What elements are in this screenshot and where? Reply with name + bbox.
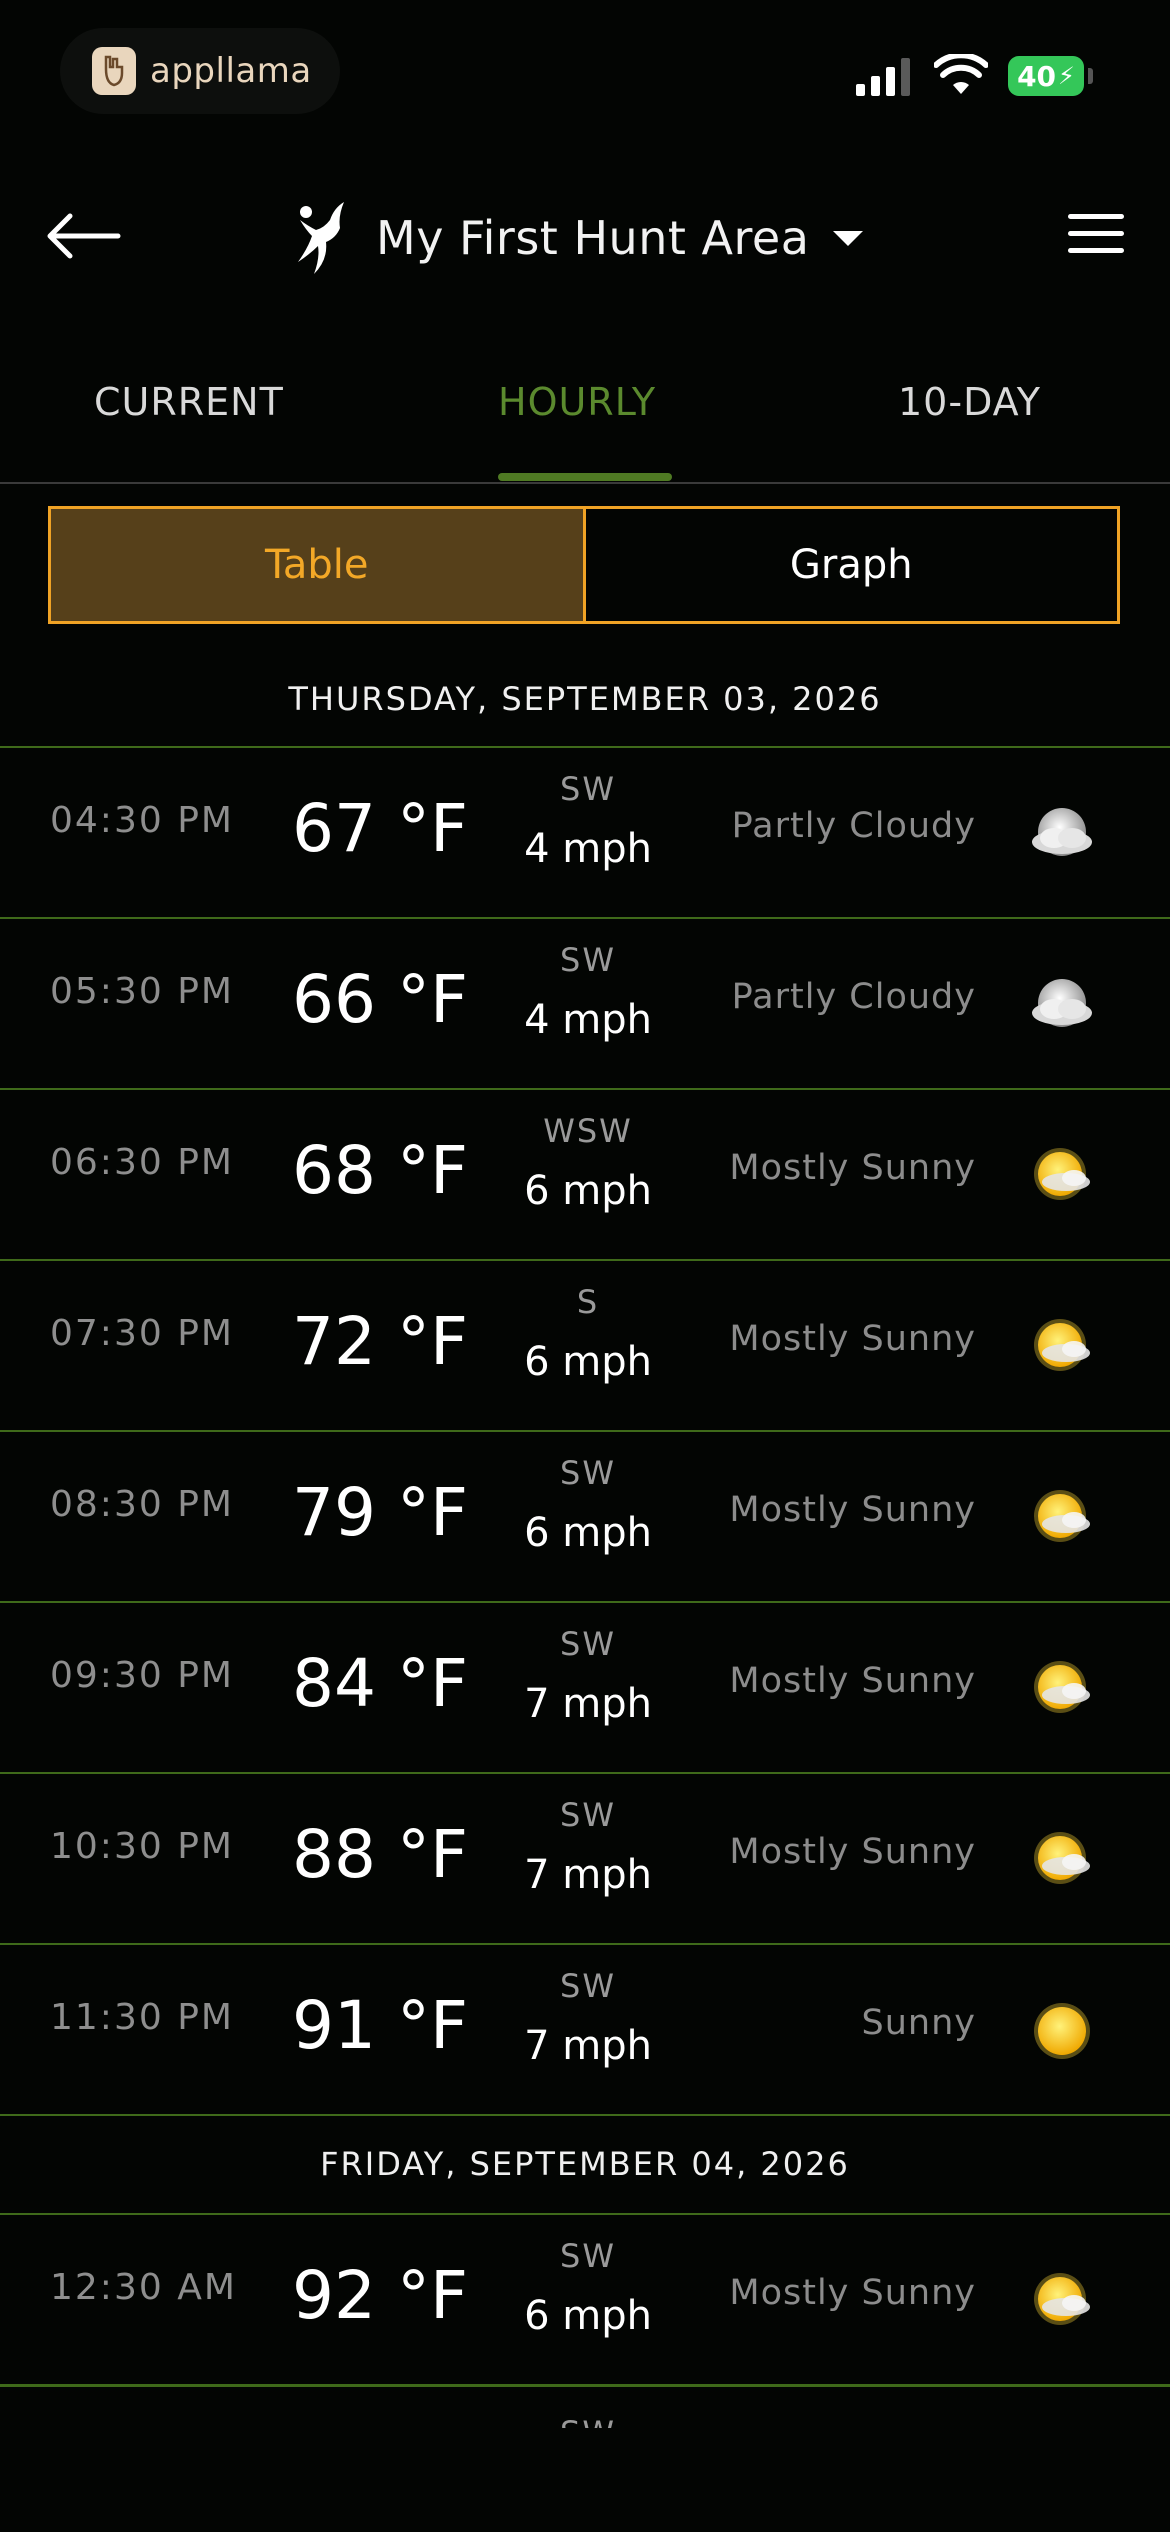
row-temperature: 88 °F <box>292 1816 468 1893</box>
hunt-area-selector[interactable]: My First Hunt Area <box>290 198 864 278</box>
wifi-icon <box>934 54 988 94</box>
row-condition: Mostly Sunny <box>729 1490 976 1530</box>
page-title: My First Hunt Area <box>376 211 810 265</box>
mostly-sunny-icon <box>1028 1655 1096 1723</box>
partly-cloudy-icon <box>1028 800 1096 868</box>
row-time: 10:30 PM <box>50 1826 234 1867</box>
row-wind-direction: SW <box>560 1625 616 1663</box>
row-wind-speed: 7 mph <box>524 1681 652 1727</box>
row-wind-speed: 4 mph <box>524 826 652 872</box>
menu-line <box>1068 248 1124 253</box>
row-wind-direction: SW <box>560 1796 616 1834</box>
menu-line <box>1068 231 1124 236</box>
tab-hourly[interactable]: HOURLY <box>498 380 656 424</box>
row-temperature: 84 °F <box>292 1645 468 1722</box>
row-time: 12:30 AM <box>50 2267 237 2308</box>
row-time: 09:30 PM <box>50 1655 234 1696</box>
app-pill[interactable]: appllama <box>60 28 340 114</box>
row-wind-speed: 4 mph <box>524 997 652 1043</box>
row-time: 05:30 PM <box>50 971 234 1012</box>
row-wind-direction: SW <box>560 941 616 979</box>
hourly-row[interactable]: 11:30 PM 91 °F SW 7 mph Sunny <box>0 1943 1170 2115</box>
row-wind-direction: SW <box>560 1967 616 2005</box>
row-wind-direction: SW <box>560 770 616 808</box>
partly-cloudy-icon <box>1028 971 1096 1039</box>
back-button[interactable] <box>44 210 124 262</box>
row-temperature: 91 °F <box>292 1987 468 2064</box>
row-condition: Mostly Sunny <box>729 1319 976 1359</box>
row-wind-speed: 6 mph <box>524 2293 652 2339</box>
llama-logo-icon <box>92 47 136 95</box>
day-header: FRIDAY, SEPTEMBER 04, 2026 <box>320 2145 850 2183</box>
wind-direction: SW <box>488 2408 688 2428</box>
row-time: 04:30 PM <box>50 800 234 841</box>
row-temperature: 66 °F <box>292 961 468 1038</box>
hourly-row[interactable]: 07:30 PM 72 °F S 6 mph Mostly Sunny <box>0 1259 1170 1431</box>
hamburger-menu-button[interactable] <box>1068 214 1124 258</box>
row-condition: Mostly Sunny <box>729 2273 976 2313</box>
tab-10-day[interactable]: 10-DAY <box>898 380 1041 424</box>
row-time: 11:30 PM <box>50 1997 234 2038</box>
battery-indicator: 40 ⚡ <box>1008 56 1084 96</box>
mostly-sunny-icon <box>1028 1142 1096 1210</box>
row-wind-speed: 6 mph <box>524 1339 652 1385</box>
row-temperature: 79 °F <box>292 1474 468 1551</box>
partial-row: SW <box>488 2408 688 2428</box>
row-wind-direction: S <box>576 1283 600 1321</box>
status-bar: appllama 40 ⚡ <box>0 0 1170 150</box>
row-condition: Sunny <box>861 2003 976 2043</box>
mostly-sunny-icon <box>1028 2267 1096 2335</box>
row-wind-direction: WSW <box>543 1112 633 1150</box>
row-wind-speed: 7 mph <box>524 2023 652 2069</box>
tab-current[interactable]: CURRENT <box>94 380 284 424</box>
hourly-row[interactable]: 09:30 PM 84 °F SW 7 mph Mostly Sunny <box>0 1601 1170 1773</box>
graph-view-button[interactable]: Graph <box>586 509 1118 621</box>
forecast-tabs: CURRENT HOURLY 10-DAY <box>0 360 1170 484</box>
row-condition: Partly Cloudy <box>731 977 976 1017</box>
row-time: 07:30 PM <box>50 1313 234 1354</box>
row-condition: Mostly Sunny <box>729 1148 976 1188</box>
sunny-icon <box>1028 1997 1096 2065</box>
dropdown-caret-icon <box>833 230 864 246</box>
hourly-row[interactable]: 05:30 PM 66 °F SW 4 mph Partly Cloudy <box>0 917 1170 1089</box>
active-tab-indicator <box>498 473 672 481</box>
row-temperature: 68 °F <box>292 1132 468 1209</box>
row-time: 06:30 PM <box>50 1142 234 1183</box>
mostly-sunny-icon <box>1028 1484 1096 1552</box>
row-temperature: 92 °F <box>292 2257 468 2334</box>
hourly-row[interactable]: 08:30 PM 79 °F SW 6 mph Mostly Sunny <box>0 1430 1170 1602</box>
row-wind-direction: SW <box>560 1454 616 1492</box>
charging-bolt-icon: ⚡ <box>1058 62 1075 90</box>
table-view-button[interactable]: Table <box>51 509 586 621</box>
row-wind-speed: 6 mph <box>524 1168 652 1214</box>
mostly-sunny-icon <box>1028 1826 1096 1894</box>
hourly-row[interactable]: 06:30 PM 68 °F WSW 6 mph Mostly Sunny <box>0 1088 1170 1260</box>
back-arrow-icon <box>47 213 121 259</box>
mostly-sunny-icon <box>1028 1313 1096 1381</box>
battery-level: 40 <box>1017 59 1057 93</box>
row-condition: Partly Cloudy <box>731 806 976 846</box>
battery-tip <box>1088 68 1093 84</box>
hourly-row[interactable]: 04:30 PM 67 °F SW 4 mph Partly Cloudy <box>0 746 1170 918</box>
row-temperature: 67 °F <box>292 790 468 867</box>
view-toggle: Table Graph <box>48 506 1120 624</box>
row-wind-speed: 7 mph <box>524 1852 652 1898</box>
menu-line <box>1068 214 1124 219</box>
hunter-logo-icon <box>298 202 344 274</box>
row-separator <box>0 2385 1170 2387</box>
cellular-signal-icon <box>856 58 910 96</box>
row-wind-speed: 6 mph <box>524 1510 652 1556</box>
hourly-row[interactable]: 12:30 AM 92 °F SW 6 mph Mostly Sunny <box>0 2213 1170 2385</box>
app-name: appllama <box>150 51 312 91</box>
row-condition: Mostly Sunny <box>729 1832 976 1872</box>
row-time: 08:30 PM <box>50 1484 234 1525</box>
row-temperature: 72 °F <box>292 1303 468 1380</box>
hourly-row[interactable]: 10:30 PM 88 °F SW 7 mph Mostly Sunny <box>0 1772 1170 1944</box>
row-separator <box>0 2114 1170 2116</box>
row-wind-direction: SW <box>560 2237 616 2275</box>
row-condition: Mostly Sunny <box>729 1661 976 1701</box>
day-header: THURSDAY, SEPTEMBER 03, 2026 <box>288 680 882 718</box>
